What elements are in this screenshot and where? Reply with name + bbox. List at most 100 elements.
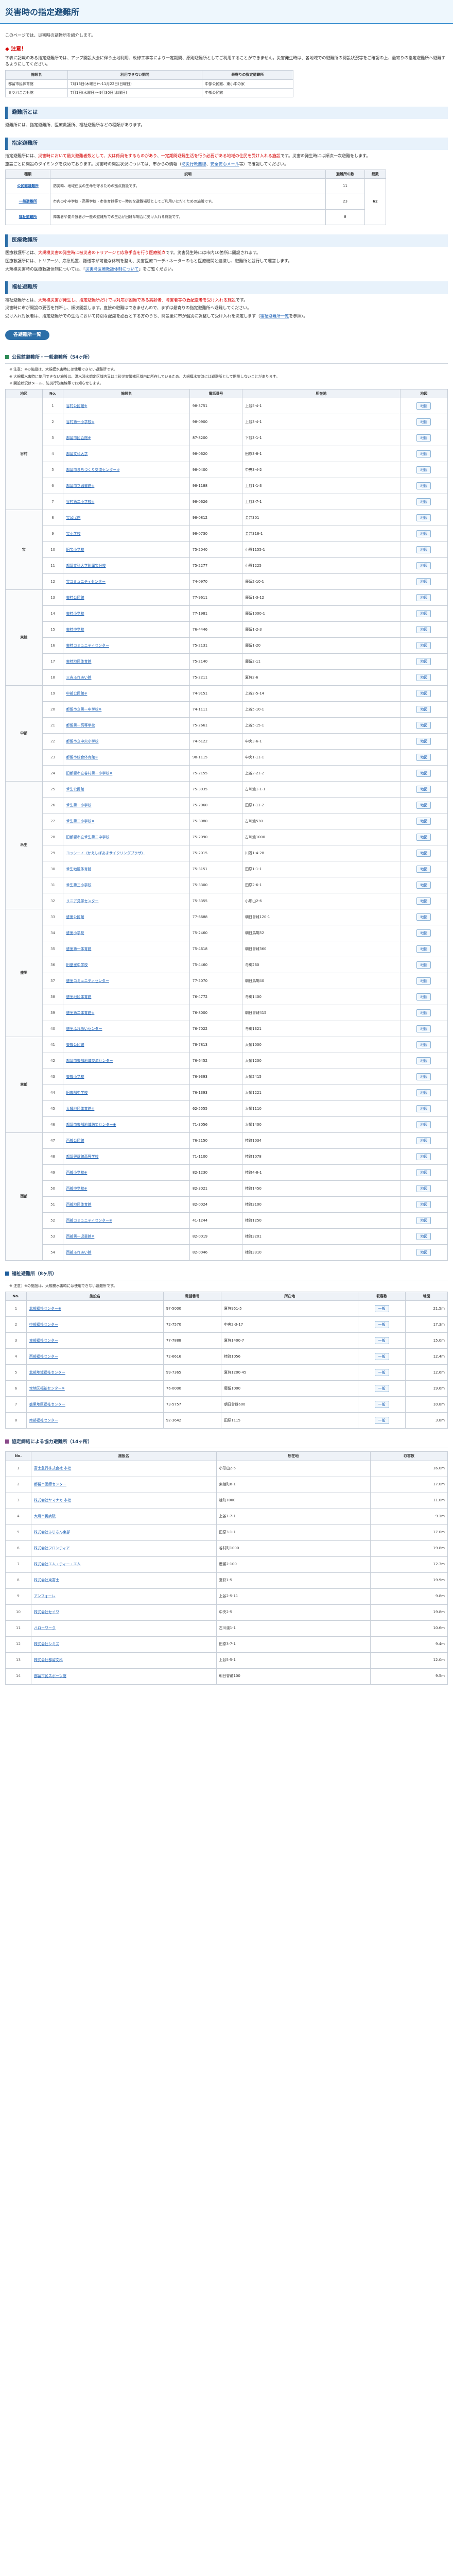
facility-link[interactable]: 都留市総合体育館※ — [66, 755, 98, 759]
link-disaster-radio[interactable]: 防災行政無線 — [182, 162, 206, 166]
facility-link[interactable]: 東部公民館 — [66, 1043, 84, 1047]
map-button[interactable]: 地図 — [416, 514, 431, 522]
map-button[interactable]: 地図 — [416, 594, 431, 602]
map-button[interactable]: 地図 — [416, 897, 431, 905]
facility-link[interactable]: 株式会社エム・ティー・エム — [34, 1562, 81, 1566]
map-button[interactable]: 地図 — [416, 1089, 431, 1097]
map-button[interactable]: 地図 — [416, 801, 431, 809]
facility-link[interactable]: 禾生第三小学校 — [66, 883, 91, 887]
facility-link[interactable]: 株式会社フロンティア — [34, 1546, 70, 1550]
facility-link[interactable]: 東桂小学校 — [66, 612, 84, 616]
map-button[interactable]: 一般 — [374, 1321, 389, 1329]
facility-link[interactable]: 盛里小学校 — [66, 931, 84, 935]
map-button[interactable]: 地図 — [416, 785, 431, 793]
facility-link[interactable]: 都留市民会館※ — [66, 436, 91, 440]
map-button[interactable]: 地図 — [416, 418, 431, 426]
facility-link[interactable]: 北部福祉センター※ — [29, 1307, 61, 1311]
map-button[interactable]: 地図 — [416, 482, 431, 490]
link-welfare-list[interactable]: 福祉避難所一覧 — [260, 314, 289, 318]
facility-link[interactable]: 南部福祉センター — [29, 1418, 58, 1422]
map-button[interactable]: 地図 — [416, 753, 431, 761]
map-button[interactable]: 地図 — [416, 833, 431, 841]
facility-link[interactable]: 北部地域福祉センター — [29, 1370, 65, 1375]
map-button[interactable]: 一般 — [374, 1337, 389, 1345]
facility-link[interactable]: 西部中学校※ — [66, 1187, 87, 1191]
map-button[interactable]: 地図 — [416, 945, 431, 953]
facility-link[interactable]: ハローワーク — [34, 1626, 56, 1630]
facility-link[interactable]: 東部小学校 — [66, 1075, 84, 1079]
facility-link[interactable]: 大月市民病院 — [34, 1514, 56, 1518]
facility-link[interactable]: 中部公民館※ — [66, 691, 87, 696]
facility-link[interactable]: リニア見学センター — [66, 899, 98, 903]
shelter-type-link[interactable]: 公民館避難所 — [5, 178, 51, 194]
link-medical-system[interactable]: 災害時医療救護体制について — [85, 267, 139, 272]
facility-link[interactable]: 株式会社ふじさん東部 — [34, 1530, 70, 1534]
map-button[interactable]: 地図 — [416, 1184, 431, 1193]
map-button[interactable]: 地図 — [416, 929, 431, 937]
map-button[interactable]: 地図 — [416, 1105, 431, 1113]
map-button[interactable]: 地図 — [416, 1248, 431, 1257]
map-button[interactable]: 地図 — [416, 466, 431, 474]
facility-link[interactable]: 株式会社東富士 — [34, 1578, 59, 1582]
facility-link[interactable]: 盛里地区体育館 — [66, 995, 91, 999]
facility-link[interactable]: 都留市立図書館※ — [66, 484, 94, 488]
map-button[interactable]: 地図 — [416, 1232, 431, 1241]
map-button[interactable]: 地図 — [416, 625, 431, 634]
facility-link[interactable]: 都留市医療センター — [34, 1482, 66, 1486]
map-button[interactable]: 地図 — [416, 1121, 431, 1129]
facility-link[interactable]: 都留市東部地域防災センター※ — [66, 1123, 116, 1127]
facility-link[interactable]: 西部ふれあい館 — [66, 1250, 91, 1255]
facility-link[interactable]: 谷村第二小学校※ — [66, 500, 94, 504]
facility-link[interactable]: 都留文科大学 — [66, 452, 88, 456]
facility-link[interactable]: 株式会社セイワ — [34, 1610, 59, 1614]
map-button[interactable]: 一般 — [374, 1353, 389, 1361]
facility-link[interactable]: 旧盛里中学校 — [66, 963, 88, 967]
map-button[interactable]: 地図 — [416, 609, 431, 618]
facility-link[interactable]: 宝地区福祉センター※ — [29, 1386, 65, 1391]
map-button[interactable]: 地図 — [416, 1200, 431, 1209]
facility-link[interactable]: 宝小学校 — [66, 532, 80, 536]
facility-link[interactable]: 禾生公民館 — [66, 787, 84, 791]
facility-link[interactable]: 旧都留市立谷村第一小学校※ — [66, 771, 112, 775]
map-button[interactable]: 地図 — [416, 1057, 431, 1065]
map-button[interactable]: 地図 — [416, 562, 431, 570]
facility-link[interactable]: 宝公民館 — [66, 516, 80, 520]
facility-link[interactable]: 東桂公民館 — [66, 596, 84, 600]
map-button[interactable]: 地図 — [416, 961, 431, 969]
map-button[interactable]: 地図 — [416, 1168, 431, 1177]
facility-link[interactable]: 都留文科大学附属宝分校 — [66, 564, 106, 568]
facility-link[interactable]: 株式会社ヤマナカ 本社 — [34, 1498, 71, 1502]
map-button[interactable]: 地図 — [416, 450, 431, 458]
shelter-type-link[interactable]: 一般避難所 — [5, 193, 51, 210]
facility-link[interactable]: 中部福祉センター — [29, 1323, 58, 1327]
map-button[interactable]: 地図 — [416, 737, 431, 745]
map-button[interactable]: 地図 — [416, 434, 431, 442]
facility-link[interactable]: アンフォーレ — [34, 1594, 56, 1598]
map-button[interactable]: 一般 — [374, 1305, 389, 1313]
map-button[interactable]: 地図 — [416, 546, 431, 554]
facility-link[interactable]: 西部第一児童館※ — [66, 1234, 94, 1239]
map-button[interactable]: 地図 — [416, 913, 431, 921]
facility-link[interactable]: 東桂コミュニティセンター — [66, 643, 109, 648]
map-button[interactable]: 地図 — [416, 641, 431, 650]
facility-link[interactable]: 富士急行株式会社 本社 — [34, 1466, 71, 1470]
facility-link[interactable]: 東桂地区体育館 — [66, 659, 91, 664]
facility-link[interactable]: 大幡地区体育館※ — [66, 1107, 94, 1111]
map-button[interactable]: 地図 — [416, 1153, 431, 1161]
facility-link[interactable]: 三吉ふれあい館 — [66, 675, 91, 680]
facility-link[interactable]: 株式会社シミズ — [34, 1642, 59, 1646]
map-button[interactable]: 地図 — [416, 498, 431, 506]
map-button[interactable]: 地図 — [416, 817, 431, 825]
map-button[interactable]: 地図 — [416, 865, 431, 873]
facility-link[interactable]: 西部福祉センター — [29, 1354, 58, 1359]
facility-link[interactable]: 盛里公民館 — [66, 915, 84, 919]
map-button[interactable]: 地図 — [416, 530, 431, 538]
map-button[interactable]: 地図 — [416, 1216, 431, 1225]
map-button[interactable]: 地図 — [416, 1025, 431, 1033]
facility-link[interactable]: 谷村公民館※ — [66, 404, 87, 408]
facility-link[interactable]: 都留市立第一中学校※ — [66, 707, 101, 711]
map-button[interactable]: 地図 — [416, 657, 431, 666]
facility-link[interactable]: 株式会社都留文科 — [34, 1658, 63, 1662]
facility-link[interactable]: 禾生地区体育館 — [66, 867, 91, 871]
map-button[interactable]: 地図 — [416, 881, 431, 889]
